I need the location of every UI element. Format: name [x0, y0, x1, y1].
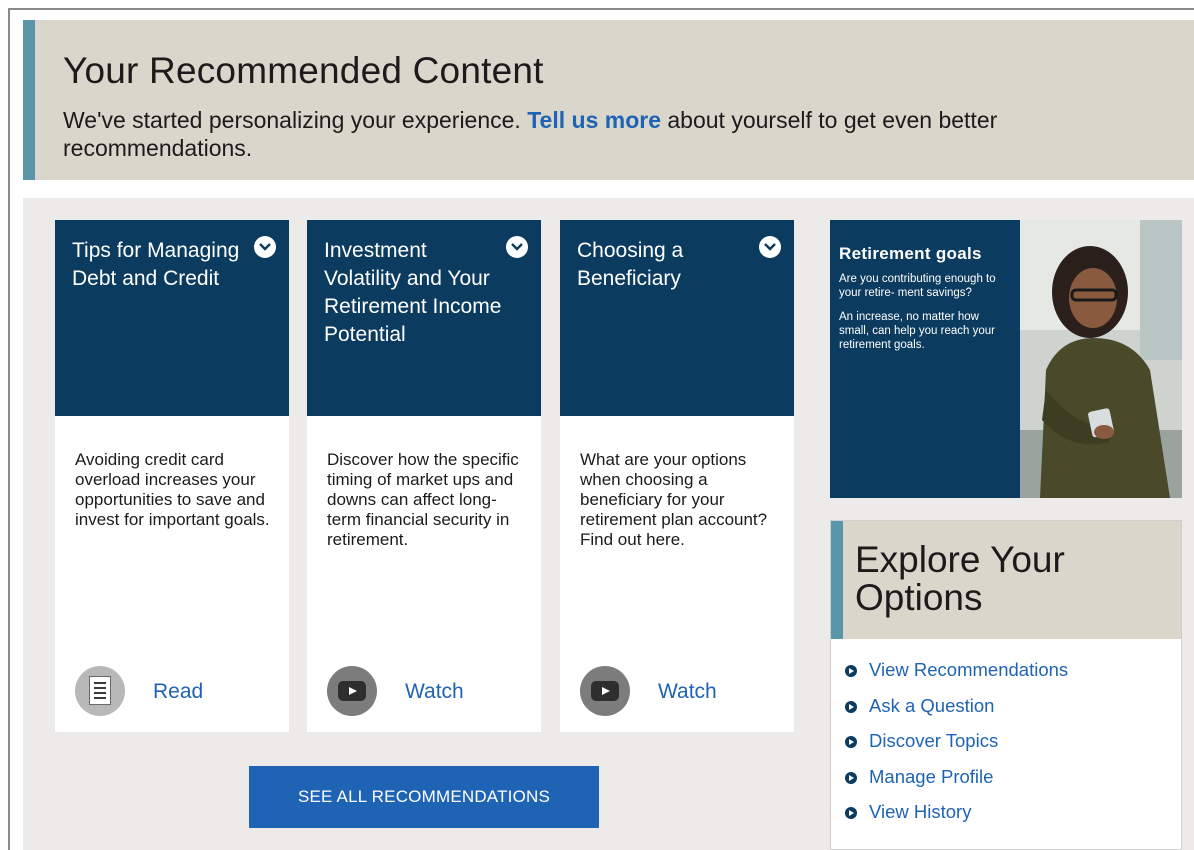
arrow-bullet-icon	[845, 736, 857, 748]
intro-text: We've started personalizing your experie…	[63, 106, 1143, 162]
retirement-goals-promo[interactable]: Retirement goals Are you contributing en…	[830, 220, 1182, 498]
view-recommendations-link[interactable]: View Recommendations	[869, 659, 1068, 681]
discover-topics-link[interactable]: Discover Topics	[869, 730, 998, 752]
card-header: Investment Volatility and Your Retiremen…	[307, 220, 541, 416]
card-header: Choosing a Beneficiary	[560, 220, 794, 416]
explore-link-item: View History	[845, 801, 1068, 837]
view-history-link[interactable]: View History	[869, 801, 971, 823]
content-area: Tips for Managing Debt and Credit Avoidi…	[23, 198, 1194, 850]
ask-a-question-link[interactable]: Ask a Question	[869, 695, 994, 717]
card-action[interactable]: Watch	[580, 666, 780, 716]
explore-link-item: Manage Profile	[845, 766, 1068, 802]
explore-link-item: View Recommendations	[845, 659, 1068, 695]
see-all-recommendations-button[interactable]: SEE ALL RECOMMENDATIONS	[249, 766, 599, 828]
card-action[interactable]: Watch	[327, 666, 527, 716]
content-card-debt[interactable]: Tips for Managing Debt and Credit Avoidi…	[55, 220, 289, 732]
document-icon	[75, 666, 125, 716]
tell-us-more-link[interactable]: Tell us more	[527, 107, 661, 133]
recommended-header: Your Recommended Content We've started p…	[23, 20, 1194, 180]
arrow-bullet-icon	[845, 700, 857, 713]
content-card-beneficiary[interactable]: Choosing a Beneficiary What are your opt…	[560, 220, 794, 732]
manage-profile-link[interactable]: Manage Profile	[869, 766, 993, 788]
card-action[interactable]: Read	[75, 666, 275, 716]
card-title: Choosing a Beneficiary	[577, 239, 684, 290]
card-description: What are your options when choosing a be…	[580, 450, 768, 549]
read-link[interactable]: Read	[153, 680, 203, 704]
page-frame: Your Recommended Content We've started p…	[8, 8, 1194, 850]
arrow-bullet-icon	[845, 807, 857, 819]
card-description: Discover how the specific timing of mark…	[327, 450, 519, 549]
promo-line-2: An increase, no matter how small, can he…	[839, 311, 995, 351]
arrow-bullet-icon	[845, 771, 857, 784]
page-title: Your Recommended Content	[63, 50, 544, 91]
intro-text-start: We've started personalizing your experie…	[63, 107, 521, 133]
explore-options-panel: Explore Your Options View Recommendation…	[830, 520, 1182, 850]
video-icon	[580, 666, 630, 716]
arrow-bullet-icon	[845, 665, 857, 677]
woman-with-phone-photo	[1020, 220, 1182, 498]
card-description: Avoiding credit card overload increases …	[75, 450, 270, 529]
card-title: Tips for Managing Debt and Credit	[72, 239, 240, 290]
promo-text: Retirement goals Are you contributing en…	[839, 244, 1009, 362]
content-card-volatility[interactable]: Investment Volatility and Your Retiremen…	[307, 220, 541, 732]
chevron-down-icon[interactable]	[254, 236, 276, 258]
promo-line-1: Are you contributing enough to your reti…	[839, 273, 996, 299]
watch-link[interactable]: Watch	[658, 680, 717, 704]
explore-header: Explore Your Options	[831, 521, 1181, 639]
explore-link-item: Ask a Question	[845, 695, 1068, 731]
chevron-down-icon[interactable]	[506, 236, 528, 258]
explore-link-item: Discover Topics	[845, 730, 1068, 766]
watch-link[interactable]: Watch	[405, 680, 464, 704]
card-header: Tips for Managing Debt and Credit	[55, 220, 289, 416]
card-title: Investment Volatility and Your Retiremen…	[324, 239, 502, 346]
chevron-down-icon[interactable]	[759, 236, 781, 258]
video-icon	[327, 666, 377, 716]
explore-links: View Recommendations Ask a Question Disc…	[845, 659, 1068, 837]
explore-title: Explore Your Options	[855, 539, 1065, 618]
promo-title: Retirement goals	[839, 244, 982, 263]
